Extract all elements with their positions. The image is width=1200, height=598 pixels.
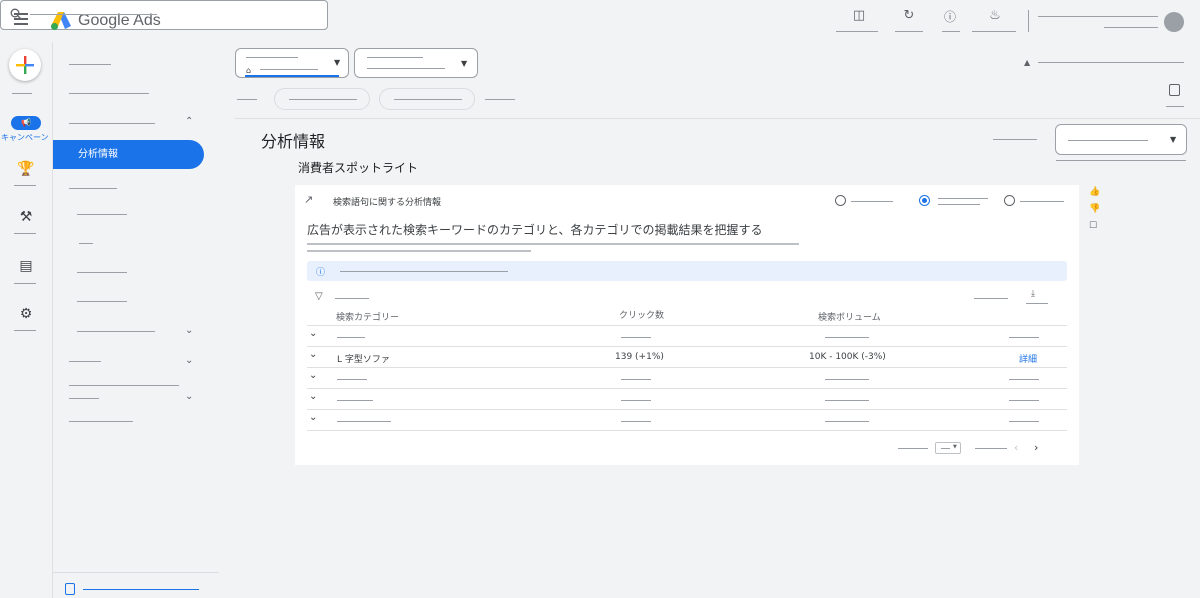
download-icon[interactable]: ⤓ [1031, 289, 1035, 299]
column-header-clicks[interactable]: クリック数 [619, 308, 664, 321]
expand-chevron-icon[interactable]: ⌄ [309, 391, 317, 402]
plus-icon [16, 56, 34, 74]
view-radio[interactable] [835, 195, 846, 206]
filter-icon[interactable]: ▽ [315, 291, 323, 302]
next-page-icon[interactable]: › [1034, 441, 1038, 454]
filter-chip[interactable] [379, 88, 475, 110]
billing-icon[interactable]: ▤ [16, 258, 36, 274]
chevron-up-icon[interactable]: ⌃ [185, 116, 193, 127]
campaigns-label: キャンペーン [1, 133, 49, 142]
chevron-down-icon[interactable]: ⌄ [185, 391, 193, 402]
feedback-icon[interactable]: ☐ [1089, 221, 1097, 231]
save-icon[interactable] [1169, 84, 1180, 96]
expand-chevron-icon[interactable]: ⌄ [309, 349, 317, 360]
row-volume: 10K - 100K (-3%) [809, 352, 886, 362]
dropdown-arrow-icon: ▼ [461, 59, 468, 68]
row-category: L 字型ソファ [337, 355, 390, 365]
detail-link[interactable]: 詳細 [1019, 352, 1037, 365]
create-button[interactable] [9, 49, 41, 81]
search-icon [10, 8, 22, 20]
left-rail: 📢 キャンペーン 🏆 ⚒ ▤ ⚙ [0, 42, 52, 598]
card-header: 検索語句に関する分析情報 [333, 198, 442, 208]
view-radio-selected[interactable] [919, 195, 930, 206]
date-dropdown[interactable]: ▼ [1055, 124, 1187, 155]
chevron-down-icon[interactable]: ⌄ [185, 355, 193, 366]
page-title: 分析情報 [261, 132, 326, 151]
expand-chevron-icon[interactable]: ⌄ [309, 328, 317, 339]
column-header-category[interactable]: 検索カテゴリー [336, 310, 399, 323]
device-icon[interactable] [65, 583, 75, 595]
insight-card: ↗ 検索語句に関する分析情報 広告が表示された検索キーワードのカテゴリと、各カテ… [295, 185, 1079, 465]
campaigns-nav[interactable]: 📢 [11, 116, 41, 130]
card-description: 広告が表示された検索キーワードのカテゴリと、各カテゴリでの掲載結果を把握する [307, 223, 763, 237]
settings-icon[interactable]: ⚙ [16, 306, 36, 322]
expand-chevron-icon[interactable]: ⌄ [309, 370, 317, 381]
nav-panel: ⌃ 分析情報 ⌄ ⌄ ⌄ [52, 42, 219, 598]
prev-page-icon[interactable]: ‹ [1014, 441, 1018, 454]
thumbs-up-icon[interactable]: 👍 [1089, 187, 1100, 197]
avatar[interactable] [1164, 12, 1184, 32]
view-radio[interactable] [1004, 195, 1015, 206]
row-clicks: 139 (+1%) [615, 352, 664, 362]
column-header-volume[interactable]: 検索ボリューム [818, 310, 881, 323]
section-title: 消費者スポットライト [298, 161, 419, 175]
filter-chip[interactable] [274, 88, 370, 110]
notifications-icon[interactable]: ♨ [985, 8, 1005, 23]
chevron-down-icon[interactable]: ⌄ [185, 325, 193, 336]
account-dropdown[interactable]: ⌂ ▼ [235, 48, 349, 78]
nav-item-insights[interactable]: 分析情報 [53, 140, 204, 169]
rows-per-page-select[interactable]: ▼ [935, 442, 961, 454]
expand-chevron-icon[interactable]: ⌄ [309, 412, 317, 423]
tools-wrench-icon[interactable]: ⚒ [16, 209, 36, 225]
help-icon[interactable]: ⓘ [940, 8, 960, 25]
alert-icon: ▲ [1024, 58, 1031, 67]
top-bar: Google Ads ◫ ↻ ⓘ ♨ [0, 0, 1200, 42]
dropdown-arrow-icon: ▼ [334, 58, 341, 67]
megaphone-icon: 📢 [21, 118, 31, 127]
trophy-icon[interactable]: 🏆 [16, 161, 36, 177]
dropdown-arrow-icon: ▼ [1170, 135, 1177, 144]
thumbs-down-icon[interactable]: 👎 [1089, 204, 1100, 214]
refresh-icon[interactable]: ↻ [899, 8, 919, 23]
tools-icon[interactable]: ◫ [849, 8, 869, 23]
info-banner: ⓘ [307, 261, 1067, 281]
trend-icon: ↗ [304, 193, 314, 206]
home-icon: ⌂ [246, 66, 252, 75]
info-icon: ⓘ [316, 268, 326, 278]
campaign-dropdown[interactable]: ▼ [354, 48, 478, 78]
